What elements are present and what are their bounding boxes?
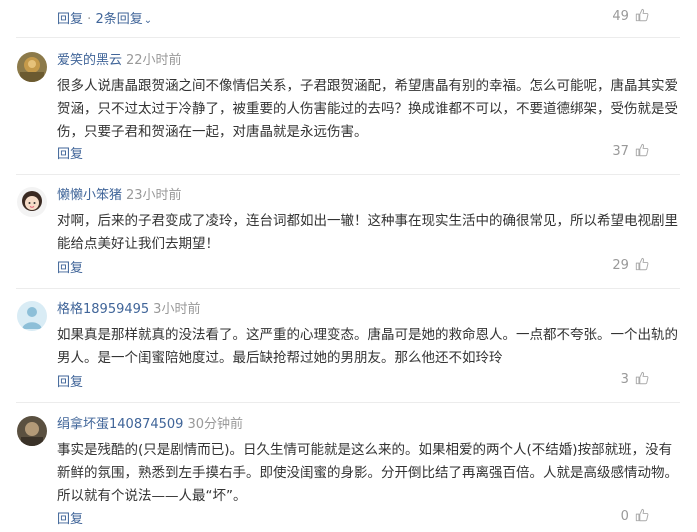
comment-text: 很多人说唐晶跟贺涵之间不像情侣关系，子君跟贺涵配，希望唐晶有别的幸福。怎么可能呢… — [57, 78, 678, 140]
comment-meta: 绢拿坏蛋140874509 30分钟前 — [57, 416, 243, 434]
default-avatar-icon[interactable] — [17, 301, 47, 331]
view-replies-button[interactable]: 2条回复⌄ — [95, 12, 152, 27]
reply-button[interactable]: 回复 — [57, 375, 83, 390]
like-count: 49 — [612, 9, 629, 24]
comment-actions: 回复 · 2条回复⌄ — [57, 8, 152, 27]
reply-button[interactable]: 回复 — [57, 512, 83, 527]
cartoon-girl-avatar-icon[interactable] — [17, 187, 47, 217]
comment-actions: 回复 — [57, 257, 83, 276]
timestamp: 22小时前 — [126, 53, 182, 68]
reply-button[interactable]: 回复 — [57, 261, 83, 276]
username-link[interactable]: 格格18959495 — [57, 302, 149, 317]
previous-comment-footer: 回复 · 2条回复⌄ 49 — [0, 0, 697, 40]
divider — [16, 402, 680, 403]
comment-text: 对啊，后来的子君变成了凌玲，连台词都如出一辙！这种事在现实生活中的确很常见，所以… — [57, 213, 678, 252]
like-count: 3 — [620, 372, 629, 387]
reply-button[interactable]: 回复 — [57, 147, 83, 162]
photo-avatar-icon[interactable] — [17, 52, 47, 82]
reply-button[interactable]: 回复 — [57, 12, 83, 27]
like-control: 0 — [613, 508, 649, 524]
username-link[interactable]: 绢拿坏蛋140874509 — [57, 417, 183, 432]
chevron-down-icon: ⌄ — [143, 15, 153, 26]
like-count: 0 — [620, 509, 629, 524]
thumbs-up-icon[interactable] — [635, 371, 649, 385]
comment-text: 事实是残酷的(只是剧情而已)。日久生情可能就是这么来的。如果相爱的两个人(不结婚… — [57, 442, 678, 504]
thumbs-up-icon[interactable] — [635, 257, 649, 271]
timestamp: 3小时前 — [153, 302, 201, 317]
divider — [16, 37, 680, 38]
thumbs-up-icon[interactable] — [635, 143, 649, 157]
thumbs-up-icon[interactable] — [635, 8, 649, 22]
comment-actions: 回复 — [57, 508, 83, 527]
like-control: 29 — [612, 257, 649, 273]
like-control: 37 — [612, 143, 649, 159]
replies-count-label: 2条回复 — [95, 12, 143, 27]
photo-avatar-icon[interactable] — [17, 416, 47, 446]
timestamp: 23小时前 — [126, 188, 182, 203]
comment-actions: 回复 — [57, 371, 83, 390]
divider — [16, 174, 680, 175]
comment-meta: 懒懒小笨猪 23小时前 — [57, 187, 182, 205]
separator-dot: · — [87, 12, 92, 27]
divider — [16, 288, 680, 289]
comment-actions: 回复 — [57, 143, 83, 162]
timestamp: 30分钟前 — [187, 417, 243, 432]
comment-meta: 格格18959495 3小时前 — [57, 301, 200, 319]
username-link[interactable]: 爱笑的黑云 — [57, 53, 122, 68]
like-control: 3 — [613, 371, 649, 387]
like-control: 49 — [612, 8, 649, 24]
thumbs-up-icon[interactable] — [635, 508, 649, 522]
like-count: 29 — [612, 258, 629, 273]
username-link[interactable]: 懒懒小笨猪 — [57, 188, 122, 203]
like-count: 37 — [612, 144, 629, 159]
comment-text: 如果真是那样就真的没法看了。这严重的心理变态。唐晶可是她的救命恩人。一点都不夸张… — [57, 327, 678, 366]
comment-meta: 爱笑的黑云 22小时前 — [57, 52, 182, 70]
